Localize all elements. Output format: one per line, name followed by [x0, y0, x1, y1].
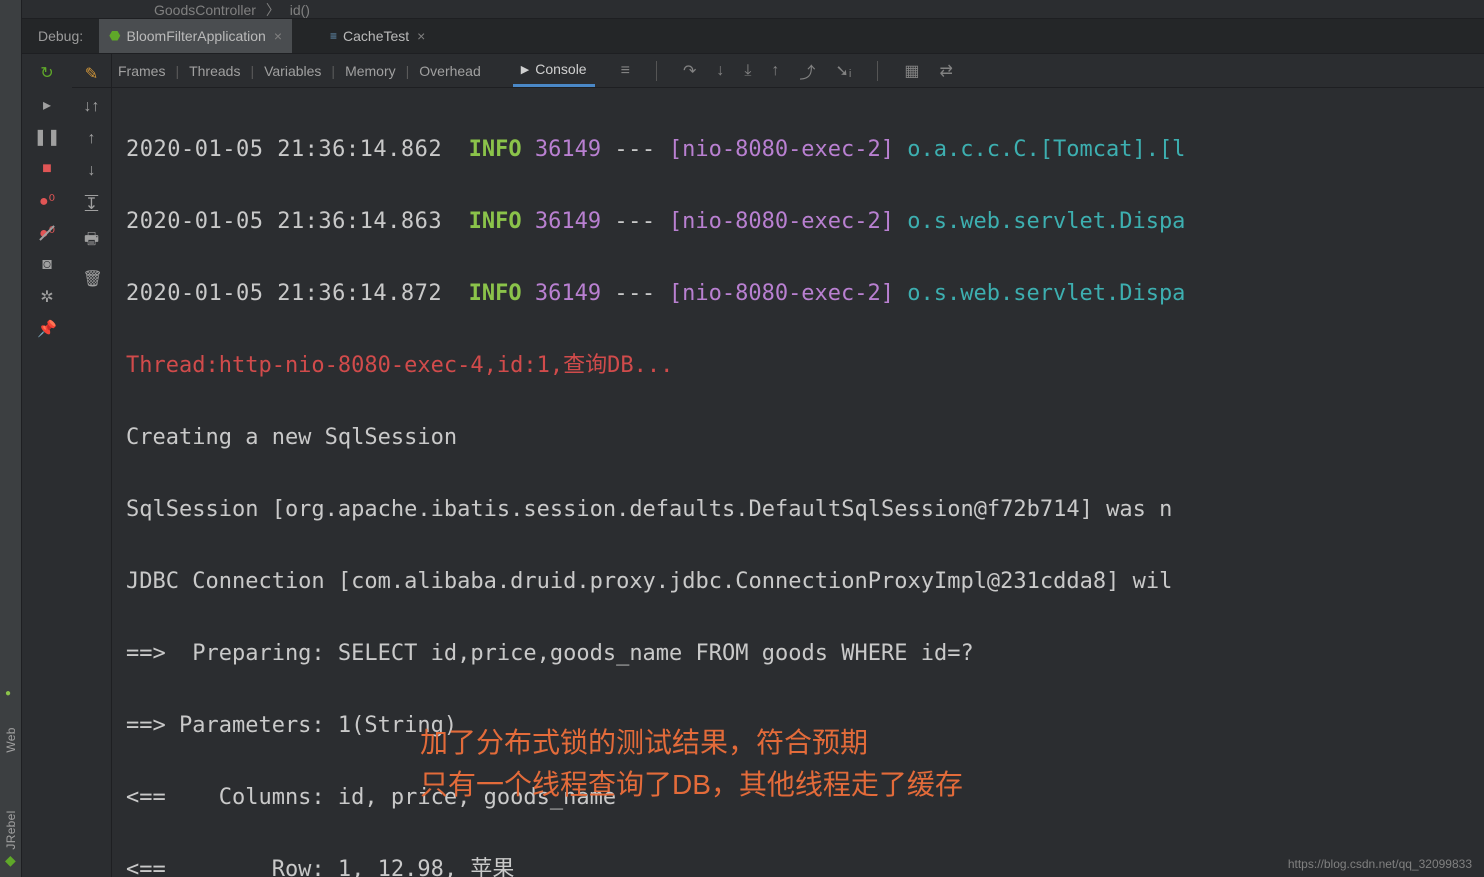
settings-icon[interactable]: ⇄ — [939, 61, 952, 81]
pencil-icon[interactable]: ✎ — [83, 64, 101, 84]
up-icon[interactable]: ↑ — [83, 130, 101, 148]
debug-tab-label: CacheTest — [343, 28, 409, 44]
mute-breakpoints-icon[interactable]: ●⁰ — [38, 224, 56, 242]
rerun-icon[interactable]: ↻ — [38, 64, 56, 82]
resume-icon[interactable]: ▸ — [38, 96, 56, 114]
close-icon[interactable]: × — [417, 28, 425, 44]
gear-icon[interactable]: ✲ — [38, 288, 56, 306]
sort-icon[interactable]: ↓↑ — [83, 98, 101, 116]
debug-tab-label: BloomFilterApplication — [127, 28, 266, 44]
debug-tab-bloomfilter[interactable]: ⬣ BloomFilterApplication × — [99, 19, 292, 53]
trash-icon[interactable]: 🗑 — [83, 269, 101, 289]
web-dot-icon: ● — [5, 688, 11, 699]
play-icon: ▶ — [521, 63, 529, 76]
panel-tab-threads[interactable]: Threads — [183, 63, 246, 79]
log-row: SqlSession [org.apache.ibatis.session.de… — [126, 492, 1478, 528]
close-icon[interactable]: × — [274, 28, 282, 44]
run-to-cursor-icon[interactable]: ➘ᵢ — [835, 61, 851, 81]
log-row: 2020-01-05 21:36:14.862 INFO 36149 --- [… — [126, 132, 1478, 168]
panel-tab-overhead[interactable]: Overhead — [413, 63, 486, 79]
separator — [656, 61, 657, 81]
jrebel-icon: ◆ — [5, 852, 16, 869]
frame-side-toolbar: ✎ ↓↑ ↑ ↓ ↧ 🖶 🗑 — [72, 54, 112, 877]
bug-icon: ⬣ — [109, 28, 120, 44]
drop-frame-icon[interactable]: ⤴ — [799, 59, 815, 83]
console-tab-label: Console — [535, 61, 586, 77]
log-row: <== Row: 1, 12.98, 苹果 — [126, 852, 1478, 877]
debug-tab-cachetest[interactable]: ≡ CacheTest × — [320, 19, 435, 53]
log-row: Creating a new SqlSession — [126, 420, 1478, 456]
log-row: ==> Preparing: SELECT id,price,goods_nam… — [126, 636, 1478, 672]
debug-side-toolbar: ↻ ▸ ❚❚ ■ ●⁰ ●⁰ ◙ ✲ 📌 — [22, 54, 72, 877]
down-icon[interactable]: ↓ — [83, 162, 101, 180]
left-tool-strip: ● Web JRebel ◆ — [0, 0, 22, 877]
debug-tab-row: Debug: ⬣ BloomFilterApplication × ≡ Cach… — [22, 18, 1484, 54]
breadcrumb-seg[interactable]: id() — [290, 2, 310, 18]
log-row: JDBC Connection [com.alibaba.druid.proxy… — [126, 564, 1478, 600]
breakpoints-icon[interactable]: ●⁰ — [38, 192, 56, 210]
left-tab-jrebel[interactable]: JRebel — [4, 810, 18, 849]
separator — [877, 61, 878, 81]
camera-icon[interactable]: ◙ — [38, 256, 56, 274]
annotation-line1: 加了分布式锁的测试结果，符合预期 — [420, 722, 963, 764]
log-row: 2020-01-05 21:36:14.872 INFO 36149 --- [… — [126, 276, 1478, 312]
debug-label: Debug: — [22, 28, 99, 44]
soft-wrap-icon[interactable]: ≡ — [621, 62, 630, 80]
log-row: 2020-01-05 21:36:14.863 INFO 36149 --- [… — [126, 204, 1478, 240]
test-icon: ≡ — [330, 29, 337, 43]
force-step-into-icon[interactable]: ⤓ — [744, 62, 751, 80]
step-over-icon[interactable]: ↷ — [683, 61, 696, 81]
debug-panel-tabs: Frames | Threads | Variables | Memory | … — [72, 54, 1484, 88]
watermark: https://blog.csdn.net/qq_32099833 — [1288, 857, 1472, 871]
console-toolbar: ≡ ↷ ↓ ⤓ ↑ ⤴ ➘ᵢ ▦ ⇄ — [621, 59, 953, 83]
stop-icon[interactable]: ■ — [38, 160, 56, 178]
evaluate-icon[interactable]: ▦ — [904, 61, 919, 81]
pin-icon[interactable]: 📌 — [38, 320, 56, 338]
breadcrumb: GoodsController 〉 id() — [22, 0, 1484, 10]
pause-icon[interactable]: ❚❚ — [38, 128, 56, 146]
scroll-to-end-icon[interactable]: ↧ — [83, 194, 101, 214]
panel-tab-memory[interactable]: Memory — [339, 63, 402, 79]
step-into-icon[interactable]: ↓ — [716, 62, 724, 80]
panel-tab-variables[interactable]: Variables — [258, 63, 327, 79]
log-row-db-query: Thread:http-nio-8080-exec-4,id:1,查询DB... — [126, 348, 1478, 384]
left-tab-web[interactable]: Web — [4, 727, 18, 752]
breadcrumb-seg[interactable]: GoodsController — [154, 2, 256, 18]
breadcrumb-sep: 〉 — [266, 2, 280, 18]
print-icon[interactable]: 🖶 — [83, 228, 101, 255]
step-out-icon[interactable]: ↑ — [771, 62, 779, 80]
annotation-overlay: 加了分布式锁的测试结果，符合预期 只有一个线程查询了DB，其他线程走了缓存 — [420, 722, 963, 806]
panel-tab-frames[interactable]: Frames — [112, 63, 171, 79]
annotation-line2: 只有一个线程查询了DB，其他线程走了缓存 — [420, 764, 963, 806]
panel-tab-console[interactable]: ▶ Console — [513, 54, 595, 87]
